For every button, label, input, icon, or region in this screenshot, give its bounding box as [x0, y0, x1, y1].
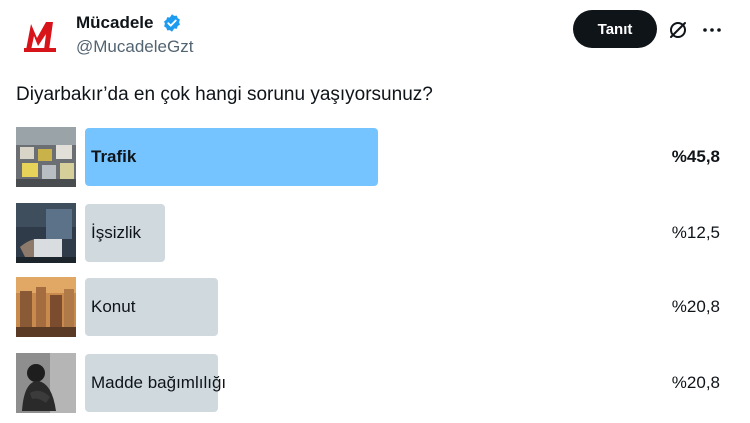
display-name[interactable]: Mücadele — [76, 12, 153, 34]
account-name-block[interactable]: Mücadele @MucadeleGzt — [76, 12, 193, 58]
grok-icon[interactable] — [668, 20, 688, 40]
poll-option-percent: %45,8 — [671, 147, 720, 166]
poll-option-label: Konut — [91, 297, 136, 316]
unemployment-photo[interactable] — [16, 203, 76, 263]
poll-option-label: İşsizlik — [91, 223, 142, 242]
poll-option: İşsizlik %12,5 — [16, 202, 720, 264]
follow-button[interactable]: Tanıt — [573, 10, 657, 48]
poll-option-label: Madde bağımlılığı — [91, 373, 227, 392]
mucadele-logo-icon[interactable] — [20, 16, 60, 56]
traffic-photo[interactable] — [16, 127, 76, 187]
post-header: Mücadele @MucadeleGzt Tanıt — [16, 8, 734, 68]
more-options-icon[interactable] — [700, 18, 724, 42]
poll-option-percent: %20,8 — [671, 297, 720, 316]
poll-option-label: Trafik — [91, 147, 137, 166]
poll-option: Madde bağımlılığı %20,8 — [16, 352, 720, 414]
poll-option: Konut %20,8 — [16, 276, 720, 338]
verified-badge-icon — [162, 13, 182, 33]
poll-option-percent: %20,8 — [671, 373, 720, 392]
housing-photo[interactable] — [16, 277, 76, 337]
account-handle[interactable]: @MucadeleGzt — [76, 36, 193, 58]
poll-option-percent: %12,5 — [671, 223, 720, 242]
addiction-photo[interactable] — [16, 353, 76, 413]
post-text: Diyarbakır’da en çok hangi sorunu yaşıyo… — [16, 84, 433, 105]
poll-option: Trafik %45,8 — [16, 126, 720, 188]
